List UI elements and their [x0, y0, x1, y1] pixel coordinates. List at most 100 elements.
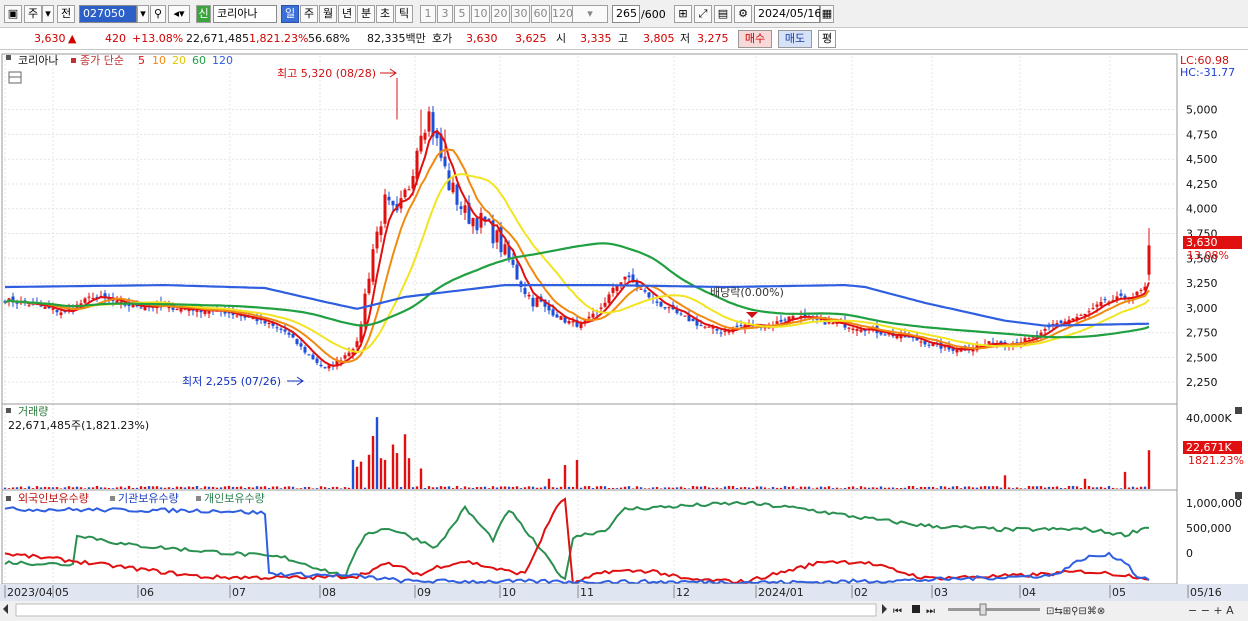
candle-body — [387, 196, 391, 201]
candle-body — [343, 355, 347, 359]
scale-icon[interactable]: ⊞ — [674, 5, 692, 23]
volume-bar — [703, 486, 707, 489]
candle-body — [1099, 302, 1103, 307]
rewind-icon[interactable]: ⏮ — [893, 606, 902, 617]
toolbar-icons[interactable]: ⊡⇆⊞⚲⊟⌘⊗ — [1046, 606, 1105, 617]
candle-body — [87, 296, 91, 298]
panel-handle-icon[interactable] — [6, 496, 11, 501]
stock-code-input[interactable]: 027050 — [79, 5, 137, 23]
volume-bar — [899, 487, 903, 489]
volume-bar — [759, 486, 763, 489]
interval-2[interactable]: 5 — [454, 5, 470, 23]
volume-bar — [539, 487, 543, 489]
volume-bar — [47, 487, 51, 489]
interval-4[interactable]: 20 — [491, 5, 510, 23]
timeframe-4[interactable]: 분 — [357, 5, 375, 23]
zoom-slider[interactable] — [948, 608, 1040, 611]
price-ytick: 4,000 — [1186, 203, 1218, 216]
timeframe-2[interactable]: 월 — [319, 5, 337, 23]
timeframe-3[interactable]: 년 — [338, 5, 356, 23]
volume-bar — [11, 487, 15, 489]
volume-bar — [303, 487, 307, 489]
timeframe-6[interactable]: 틱 — [395, 5, 413, 23]
zoom-control-icons[interactable]: − − + A — [1188, 604, 1234, 617]
volume-bar — [739, 487, 743, 489]
candle-body — [775, 321, 779, 324]
low-label: 저 — [680, 32, 691, 45]
interval-6[interactable]: 60 — [531, 5, 550, 23]
interval-1[interactable]: 3 — [437, 5, 453, 23]
chevron-down-icon[interactable]: ▾ — [42, 5, 54, 23]
volume-bar — [775, 487, 779, 489]
volume-bar — [579, 487, 583, 489]
volume-bar — [863, 487, 867, 489]
forward-icon[interactable]: ⏭ — [926, 606, 935, 617]
chart-layout-icon[interactable]: ▣ — [4, 5, 22, 23]
panel-close-icon[interactable] — [1235, 407, 1242, 414]
candle-body — [599, 307, 603, 309]
candle-body — [927, 344, 931, 346]
candle-body — [403, 189, 407, 198]
volume-bar — [439, 486, 443, 489]
candle-body — [319, 364, 323, 367]
volume-bar — [1083, 478, 1087, 489]
count-input[interactable]: 265 — [612, 5, 640, 23]
volume-bar — [823, 487, 827, 489]
zoom-slider-handle[interactable] — [979, 603, 987, 616]
interval-3[interactable]: 10 — [471, 5, 490, 23]
volume-bar — [735, 487, 739, 489]
panel-handle-icon[interactable] — [6, 55, 11, 60]
volume-bar — [499, 486, 503, 489]
period-type-select[interactable]: 주 — [24, 5, 42, 23]
timeframe-0[interactable]: 일 — [281, 5, 299, 23]
panel-handle-icon[interactable] — [6, 408, 11, 413]
prev-button[interactable]: 전 — [57, 5, 75, 23]
volume-bar — [399, 487, 403, 489]
stock-chart[interactable]: 코리아나 종가 단순 5 10 20 60 120 최고 5,320 (08/2… — [0, 51, 1248, 621]
interval-select[interactable]: ▾ — [572, 5, 608, 23]
date-input[interactable]: 2024/05/16 — [754, 5, 821, 23]
volume-bar — [87, 487, 91, 489]
ask-price-1: 3,630 — [466, 32, 498, 45]
volume-bar — [567, 486, 571, 489]
eval-button[interactable]: 평 — [818, 30, 836, 48]
search-icon[interactable]: ⚲ — [150, 5, 166, 23]
date-label: 06 — [140, 586, 154, 599]
interval-5[interactable]: 30 — [511, 5, 530, 23]
chevron-down-icon[interactable]: ▾ — [137, 5, 149, 23]
volume-bar — [487, 488, 491, 489]
volume-bar — [219, 487, 223, 489]
interval-7[interactable]: 120 — [551, 5, 573, 23]
candle-body — [527, 294, 531, 297]
scroll-track[interactable] — [15, 603, 877, 617]
candle-body — [367, 278, 371, 294]
volume-bar — [695, 486, 699, 489]
indicator-icon[interactable]: ▤ — [714, 5, 732, 23]
volume-bar — [1079, 488, 1083, 489]
candle-body — [83, 298, 87, 303]
volume-bar — [211, 486, 215, 489]
interval-0[interactable]: 1 — [420, 5, 436, 23]
volume-bar — [359, 461, 363, 489]
speaker-icon[interactable]: ◂▾ — [168, 5, 190, 23]
volume-bar — [431, 487, 435, 489]
calendar-icon[interactable]: ▦ — [820, 5, 834, 23]
zoom-icon[interactable]: ⤢ — [694, 5, 712, 23]
panel-close-icon[interactable] — [1235, 492, 1242, 499]
volume-bar — [1139, 486, 1143, 489]
buy-button[interactable]: 매수 — [738, 30, 772, 48]
ma-legend-120: 120 — [212, 54, 233, 67]
volume-bar — [779, 487, 783, 489]
date-axis-band — [0, 584, 1248, 601]
timeframe-1[interactable]: 주 — [300, 5, 318, 23]
price-ytick: 3,000 — [1186, 302, 1218, 315]
timeframe-5[interactable]: 초 — [376, 5, 394, 23]
sell-button[interactable]: 매도 — [778, 30, 812, 48]
gear-icon[interactable]: ⚙ — [734, 5, 752, 23]
candle-body — [691, 318, 695, 321]
volume-bar — [507, 486, 511, 489]
volume-bar — [299, 488, 303, 489]
candle-body — [847, 327, 851, 329]
stop-icon[interactable] — [912, 605, 920, 613]
volume-bar — [719, 488, 723, 489]
